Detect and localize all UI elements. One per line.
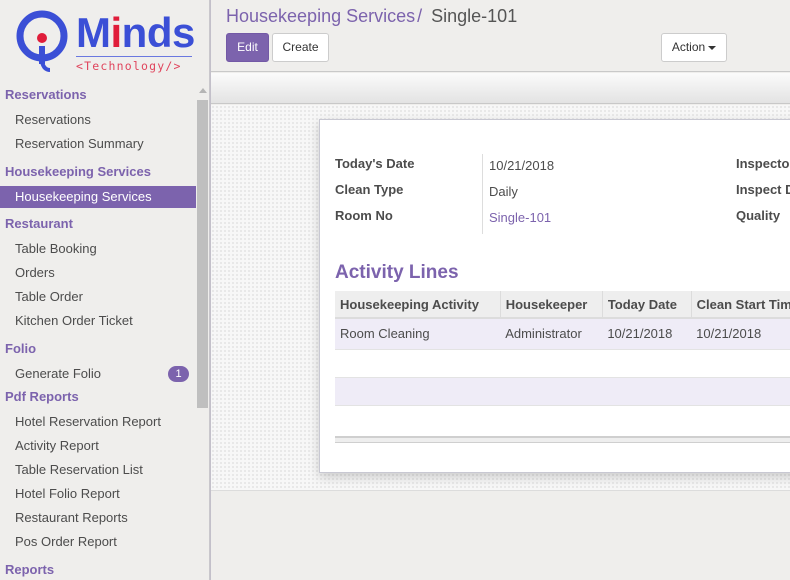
column-header[interactable]: Clean Start Time — [691, 291, 790, 319]
label-clean-type: Clean Type — [335, 182, 404, 197]
edit-button[interactable]: Edit — [226, 33, 269, 62]
create-button[interactable]: Create — [272, 33, 329, 62]
column-header[interactable]: Today Date — [602, 291, 692, 319]
empty-row — [335, 377, 790, 406]
breadcrumb-parent-link[interactable]: Housekeeping Services — [226, 6, 415, 26]
logo-text: Minds <Technology/> — [76, 12, 195, 73]
sidebar-menu: Reservations Reservations Reservation Su… — [0, 84, 196, 580]
form-view: Today's Date Clean Type Room No 10/21/20… — [211, 73, 790, 580]
label-quality: Quality — [736, 208, 781, 223]
breadcrumb-current: Single-101 — [431, 6, 518, 26]
logo-brand: Minds — [76, 9, 195, 56]
column-header[interactable]: Housekeeping Activity — [335, 291, 501, 319]
company-logo[interactable]: Minds <Technology/> — [14, 6, 199, 76]
sidebar-item-orders[interactable]: Orders — [0, 261, 196, 285]
value-todays-date: 10/21/2018 — [489, 158, 555, 173]
sidebar-scrollbar[interactable] — [196, 86, 209, 580]
sidebar: Minds <Technology/> Reservations Reserva… — [0, 0, 210, 580]
menu-header-reservations: Reservations — [5, 87, 87, 102]
scroll-thumb[interactable] — [197, 100, 208, 408]
sidebar-item-generate-folio[interactable]: Generate Folio 1 — [0, 362, 196, 386]
sidebar-item-hotel-folio-report[interactable]: Hotel Folio Report — [0, 482, 196, 506]
label-room-no: Room No — [335, 208, 393, 223]
sidebar-item-reservation-summary[interactable]: Reservation Summary — [0, 132, 196, 156]
field-separator — [482, 154, 483, 234]
label-inspector: Inspector — [736, 156, 790, 171]
menu-header-reports: Reports — [5, 562, 55, 577]
sidebar-item-table-reservation-list[interactable]: Table Reservation List — [0, 458, 196, 482]
table-cell: Administrator — [500, 318, 603, 350]
sheet-background: Today's Date Clean Type Room No 10/21/20… — [211, 105, 790, 491]
label-inspect-date: Inspect Date — [736, 182, 790, 197]
scroll-up-arrow-icon[interactable] — [199, 88, 207, 93]
sidebar-item-pos-order-report[interactable]: Pos Order Report — [0, 530, 196, 554]
room-no-link[interactable]: Single-101 — [489, 210, 551, 225]
sidebar-item-activity-report[interactable]: Activity Report — [0, 434, 196, 458]
sidebar-item-housekeeping-services[interactable]: Housekeeping Services — [0, 186, 196, 208]
caret-down-icon — [708, 45, 717, 50]
action-label: Action — [671, 40, 706, 54]
menu-header-restaurant: Restaurant — [5, 216, 73, 231]
sidebar-item-hotel-reservation-report[interactable]: Hotel Reservation Report — [0, 410, 196, 434]
control-panel: Housekeeping Services / Single-101 Edit C… — [211, 0, 790, 72]
empty-cell — [335, 405, 790, 433]
sidebar-item-table-order[interactable]: Table Order — [0, 285, 196, 309]
activity-lines-table: Housekeeping Activity Housekeeper Today … — [335, 291, 790, 433]
table-header-row: Housekeeping Activity Housekeeper Today … — [335, 291, 790, 319]
menu-header-pdf-reports: Pdf Reports — [5, 389, 79, 404]
count-badge: 1 — [168, 366, 189, 382]
table-cell: 10/21/2018 — [691, 318, 790, 350]
label-todays-date: Today's Date — [335, 156, 415, 171]
form-sheet: Today's Date Clean Type Room No 10/21/20… — [319, 119, 790, 473]
logo-divider — [76, 56, 192, 57]
logo-tagline: <Technology/> — [76, 59, 182, 73]
empty-row — [335, 349, 790, 378]
breadcrumb: Housekeeping Services / Single-101 — [226, 6, 517, 27]
sidebar-item-kitchen-order-ticket[interactable]: Kitchen Order Ticket — [0, 309, 196, 333]
column-header[interactable]: Housekeeper — [500, 291, 603, 319]
sidebar-item-restaurant-reports[interactable]: Restaurant Reports — [0, 506, 196, 530]
action-dropdown[interactable]: Action — [661, 33, 727, 62]
table-cell: 10/21/2018 — [602, 318, 692, 350]
empty-row — [335, 405, 790, 433]
activity-lines-title: Activity Lines — [335, 262, 459, 283]
table-footer — [335, 436, 790, 443]
sidebar-item-label: Generate Folio — [15, 366, 101, 381]
sidebar-item-table-booking[interactable]: Table Booking — [0, 237, 196, 261]
table-row[interactable]: Room Cleaning Administrator 10/21/2018 1… — [335, 318, 790, 350]
empty-cell — [335, 349, 790, 378]
breadcrumb-separator: / — [417, 6, 423, 26]
logo-q-icon — [16, 10, 68, 72]
value-clean-type: Daily — [489, 184, 518, 199]
form-statusbar — [211, 73, 790, 104]
table-cell: Room Cleaning — [335, 318, 501, 350]
sidebar-item-reservations[interactable]: Reservations — [0, 108, 196, 132]
empty-cell — [335, 377, 790, 406]
menu-header-folio: Folio — [5, 341, 37, 356]
menu-header-housekeeping: Housekeeping Services — [5, 164, 151, 179]
